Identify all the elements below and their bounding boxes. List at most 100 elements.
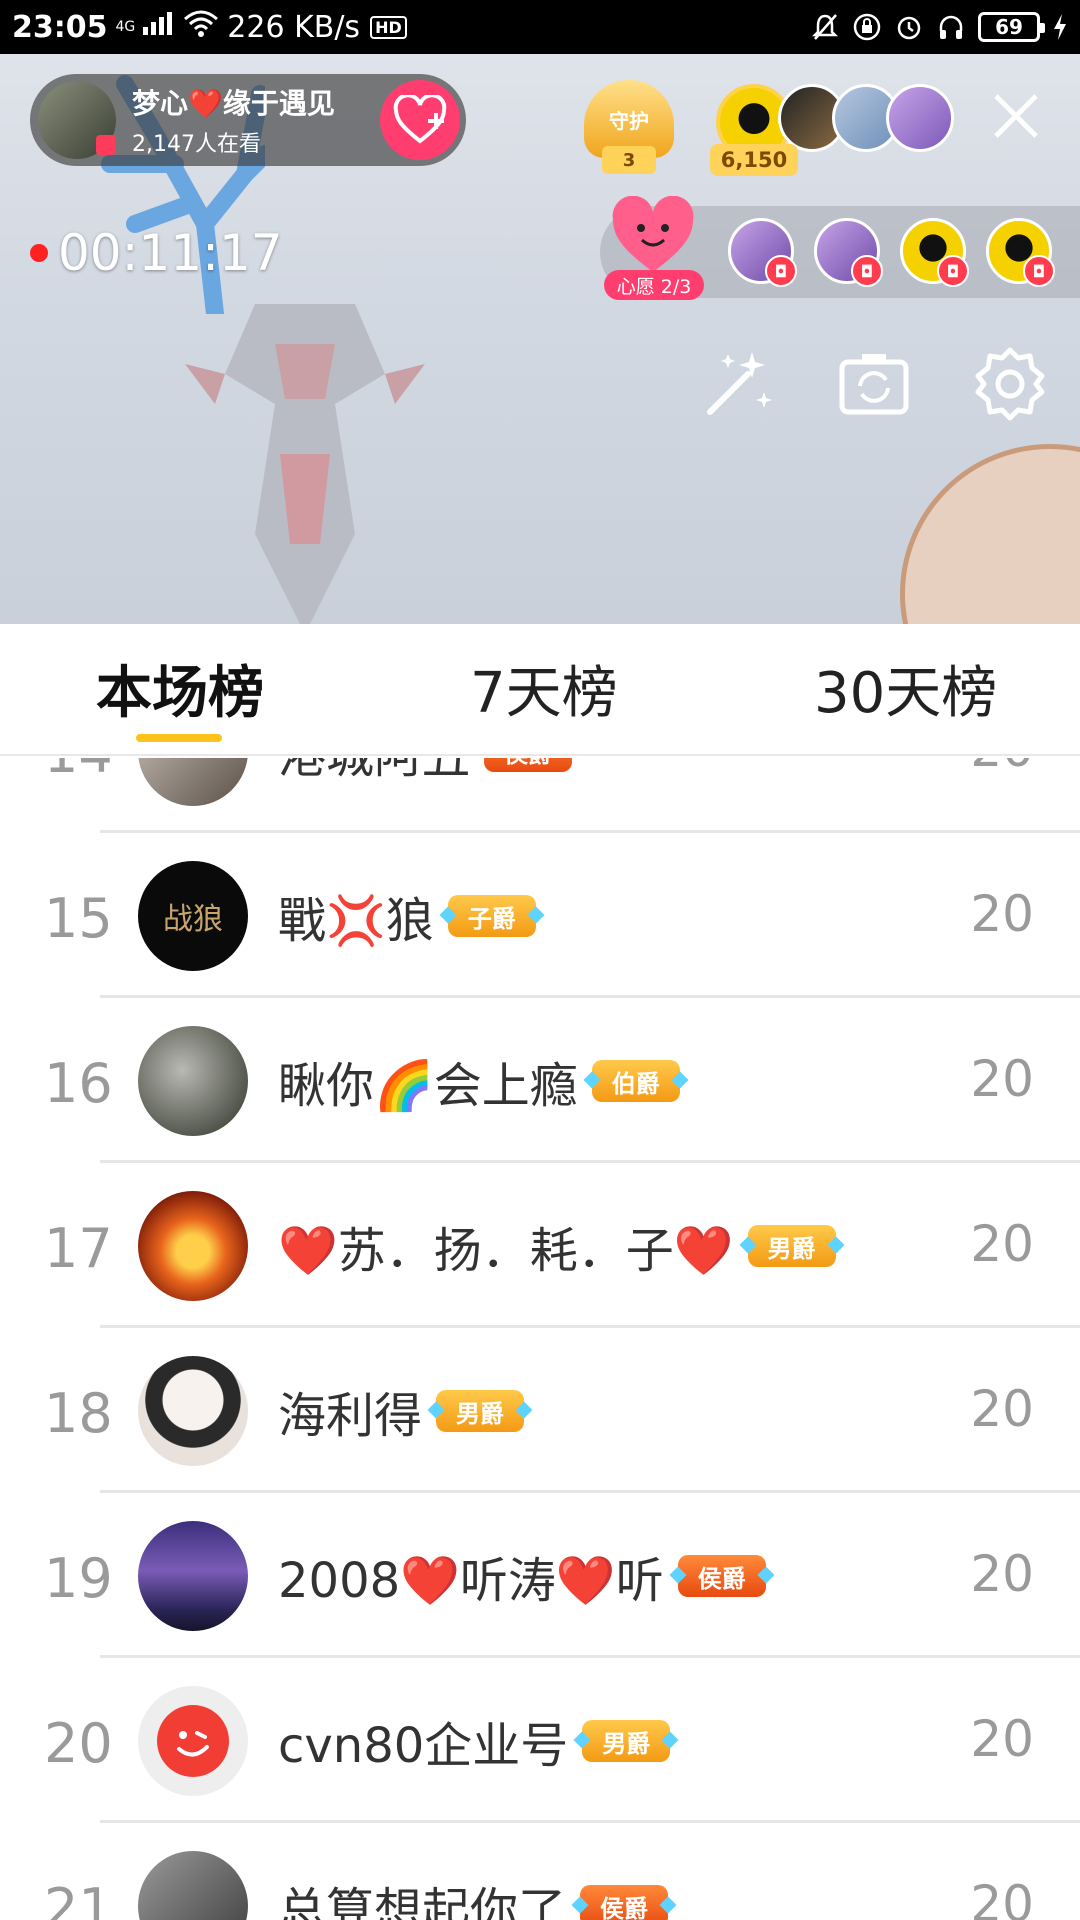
host-text: 梦心❤️缘于遇见 2,147人在看 [132, 82, 335, 158]
list-item[interactable]: 14 港城阿丑 侯爵 20 [0, 758, 1080, 833]
tab-30-day[interactable]: 30天榜 [814, 648, 997, 729]
timer-text: 00:11:17 [58, 224, 283, 282]
user-score: 20 [970, 1050, 1034, 1108]
sofa-icon: ◘ [765, 255, 797, 287]
user-name: 瞅你🌈会上瘾 [278, 1058, 578, 1114]
wifi-icon [183, 9, 219, 45]
list-item[interactable]: 16 瞅你🌈会上瘾 伯爵 20 [0, 998, 1080, 1163]
user-name-line: 总算想起你了 侯爵 [278, 1871, 669, 1920]
close-icon [994, 94, 1038, 138]
net-speed: 226 KB/s [227, 9, 361, 45]
hd-icon: HD [370, 15, 407, 39]
live-timer: 00:11:17 [30, 224, 283, 282]
host-name: 梦心❤️缘于遇见 [132, 87, 335, 120]
close-button[interactable] [988, 88, 1044, 144]
viewer-avatar[interactable] [886, 84, 954, 152]
user-name-line: 2008❤️听涛❤️听 侯爵 [278, 1541, 766, 1611]
app-root: 23:05 4G 226 KB/s HD 69 梦心❤️缘于遇见 2,147人在… [0, 0, 1080, 1920]
headphones-icon [936, 12, 966, 42]
ranking-list[interactable]: 14 港城阿丑 侯爵 20 15 战狼 戰💢狼 子爵 20 16 瞅你🌈会上瘾 [0, 758, 1080, 1920]
list-item[interactable]: 19 2008❤️听涛❤️听 侯爵 20 [0, 1493, 1080, 1658]
rank-number: 15 [44, 887, 113, 950]
settings-gear-icon [975, 347, 1045, 421]
user-score: 20 [970, 1710, 1034, 1768]
user-name-line: 港城阿丑 侯爵 [278, 758, 573, 786]
rank-badge: 子爵 [447, 895, 536, 937]
rank-badge: 男爵 [747, 1225, 836, 1267]
live-video[interactable]: 梦心❤️缘于遇见 2,147人在看 守护 3 6,150 00:11:17 心愿… [0, 54, 1080, 624]
user-name-line: 海利得 男爵 [278, 1376, 525, 1446]
user-name: 戰💢狼 [278, 893, 434, 949]
rank-badge: 侯爵 [580, 1885, 669, 1920]
tab-indicator [136, 734, 222, 742]
rank-number: 19 [44, 1547, 113, 1610]
list-item[interactable]: 20 cvn80企业号 男爵 20 [0, 1658, 1080, 1823]
user-score: 20 [970, 1875, 1034, 1920]
host-info[interactable]: 梦心❤️缘于遇见 2,147人在看 [30, 74, 466, 166]
rank-badge: 侯爵 [677, 1555, 766, 1597]
viewer-count: 2,147人在看 [132, 132, 261, 157]
lock-rotation-icon [852, 12, 882, 42]
user-name: ❤️苏．扬．耗．子❤️ [278, 1223, 734, 1279]
user-name-line: cvn80企业号 男爵 [278, 1706, 671, 1776]
weibo-logo-icon [157, 1705, 229, 1777]
user-avatar[interactable]: 战狼 [138, 861, 248, 971]
user-name: 海利得 [278, 1388, 423, 1444]
host-avatar[interactable] [38, 81, 116, 159]
mute-icon [810, 12, 840, 42]
user-score: 20 [970, 885, 1034, 943]
alarm-icon [894, 12, 924, 42]
rank-badge: 侯爵 [484, 758, 573, 772]
beauty-button[interactable] [700, 346, 776, 422]
tab-current-session[interactable]: 本场榜 [96, 648, 264, 729]
user-avatar[interactable] [138, 1191, 248, 1301]
rank-number: 21 [44, 1877, 113, 1920]
rank-badge: 伯爵 [591, 1060, 680, 1102]
seat-avatar[interactable]: ◘ [900, 218, 969, 287]
seat-avatar[interactable]: ◘ [728, 218, 797, 287]
ranking-tabs: 本场榜 7天榜 30天榜 [0, 624, 1080, 756]
settings-button[interactable] [972, 346, 1048, 422]
recording-dot-icon [30, 244, 48, 262]
battery-indicator: 69 [978, 12, 1045, 42]
list-item[interactable]: 15 战狼 戰💢狼 子爵 20 [0, 833, 1080, 998]
user-avatar[interactable] [138, 1851, 248, 1920]
user-avatar[interactable] [138, 1521, 248, 1631]
guard-count: 3 [602, 146, 656, 174]
network-type: 4G [115, 19, 136, 35]
user-score: 20 [970, 1380, 1034, 1438]
list-item[interactable]: 17 ❤️苏．扬．耗．子❤️ 男爵 20 [0, 1163, 1080, 1328]
user-score: 20 [970, 1545, 1034, 1603]
signal-icon [141, 9, 175, 45]
guard-button[interactable]: 守护 3 [584, 80, 674, 180]
user-score: 20 [970, 758, 1034, 778]
list-item[interactable]: 21 总算想起你了 侯爵 20 [0, 1823, 1080, 1920]
user-score: 20 [970, 1215, 1034, 1273]
wish-and-seats: 心愿 2/3 ◘ ◘ ◘ ◘ [600, 195, 1080, 300]
tab-7-day[interactable]: 7天榜 [470, 648, 618, 729]
flip-camera-button[interactable] [836, 346, 912, 422]
seat-avatar[interactable]: ◘ [986, 218, 1055, 287]
wish-progress[interactable]: 心愿 2/3 [604, 270, 704, 300]
rank-number: 20 [44, 1712, 113, 1775]
user-avatar[interactable] [138, 1686, 248, 1796]
heart-plus-icon [393, 95, 447, 144]
user-avatar[interactable] [138, 1356, 248, 1466]
user-name-line: 戰💢狼 子爵 [278, 881, 536, 951]
user-name: 总算想起你了 [278, 1883, 567, 1920]
status-time: 23:05 [12, 9, 108, 45]
user-avatar[interactable] [138, 758, 248, 806]
status-icons: 69 [810, 12, 1068, 42]
rank-number: 14 [44, 758, 114, 785]
background-object [900, 444, 1080, 624]
list-item[interactable]: 18 海利得 男爵 20 [0, 1328, 1080, 1493]
user-name: 2008❤️听涛❤️听 [278, 1553, 664, 1609]
gift-score: 6,150 [710, 144, 798, 176]
user-avatar[interactable] [138, 1026, 248, 1136]
seat-avatar[interactable]: ◘ [814, 218, 883, 287]
follow-button[interactable] [380, 80, 460, 160]
magic-wand-icon [707, 352, 772, 415]
rank-number: 18 [44, 1382, 113, 1445]
rank-number: 17 [44, 1217, 113, 1280]
flip-camera-icon [839, 354, 909, 415]
